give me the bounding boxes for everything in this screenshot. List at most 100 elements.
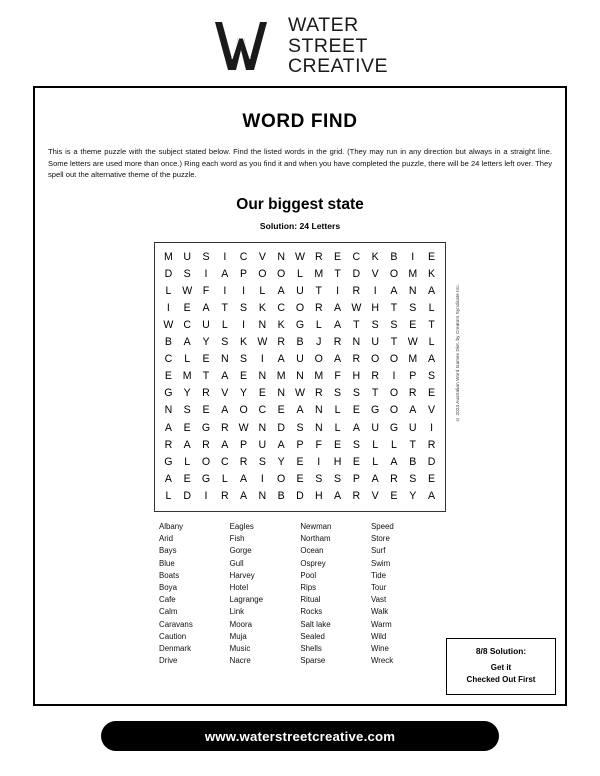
grid-cell[interactable]: I <box>403 249 422 266</box>
grid-cell[interactable]: W <box>178 283 197 300</box>
word-list-item[interactable]: Arid <box>159 533 229 545</box>
word-list-item[interactable]: Warm <box>371 619 441 631</box>
grid-cell[interactable]: H <box>347 368 366 385</box>
grid-cell[interactable]: M <box>178 368 197 385</box>
grid-cell[interactable]: T <box>422 317 441 334</box>
grid-cell[interactable]: B <box>159 334 178 351</box>
grid-cell[interactable]: A <box>328 351 347 368</box>
grid-cell[interactable]: W <box>291 249 310 266</box>
word-list-item[interactable]: Music <box>230 643 300 655</box>
grid-cell[interactable]: H <box>328 454 347 471</box>
grid-cell[interactable]: E <box>159 368 178 385</box>
grid-cell[interactable]: R <box>403 385 422 402</box>
grid-cell[interactable]: M <box>272 368 291 385</box>
grid-cell[interactable]: A <box>328 488 347 505</box>
grid-cell[interactable]: H <box>309 488 328 505</box>
grid-cell[interactable]: S <box>197 249 216 266</box>
grid-cell[interactable]: R <box>272 334 291 351</box>
grid-cell[interactable]: V <box>215 385 234 402</box>
grid-cell[interactable]: D <box>159 266 178 283</box>
word-list-item[interactable]: Surf <box>371 545 441 557</box>
grid-cell[interactable]: C <box>234 249 253 266</box>
grid-cell[interactable]: M <box>403 351 422 368</box>
grid-cell[interactable]: L <box>385 437 404 454</box>
word-list-item[interactable]: Harvey <box>230 570 300 582</box>
grid-cell[interactable]: T <box>309 283 328 300</box>
grid-cell[interactable]: L <box>366 437 385 454</box>
grid-cell[interactable]: I <box>309 454 328 471</box>
grid-cell[interactable]: C <box>178 317 197 334</box>
word-list-item[interactable]: Wine <box>371 643 441 655</box>
word-list-item[interactable]: Pool <box>300 570 370 582</box>
word-list-item[interactable]: Newman <box>300 521 370 533</box>
grid-cell[interactable]: G <box>385 420 404 437</box>
word-list-item[interactable]: Cafe <box>159 594 229 606</box>
grid-cell[interactable]: W <box>347 300 366 317</box>
grid-cell[interactable]: G <box>197 420 216 437</box>
grid-cell[interactable]: A <box>422 351 441 368</box>
grid-cell[interactable]: T <box>403 437 422 454</box>
grid-cell[interactable]: A <box>272 351 291 368</box>
grid-cell[interactable]: V <box>366 266 385 283</box>
grid-cell[interactable]: L <box>328 420 347 437</box>
letter-grid[interactable]: MUSICVNWRECKBIEDSIAPOOLMTDVOMKLWFIILAUTI… <box>159 249 441 505</box>
grid-cell[interactable]: L <box>291 266 310 283</box>
grid-cell[interactable]: O <box>291 300 310 317</box>
grid-cell[interactable]: O <box>253 266 272 283</box>
grid-cell[interactable]: N <box>253 368 272 385</box>
grid-cell[interactable]: S <box>178 266 197 283</box>
grid-cell[interactable]: G <box>291 317 310 334</box>
grid-cell[interactable]: C <box>215 454 234 471</box>
grid-cell[interactable]: S <box>328 471 347 488</box>
grid-cell[interactable]: L <box>366 454 385 471</box>
grid-cell[interactable]: I <box>253 471 272 488</box>
word-list-item[interactable]: Lagrange <box>230 594 300 606</box>
grid-cell[interactable]: K <box>253 300 272 317</box>
grid-cell[interactable]: L <box>178 454 197 471</box>
grid-cell[interactable]: A <box>385 454 404 471</box>
grid-cell[interactable]: E <box>197 402 216 419</box>
grid-cell[interactable]: C <box>272 300 291 317</box>
grid-cell[interactable]: T <box>347 317 366 334</box>
grid-cell[interactable]: A <box>328 300 347 317</box>
grid-cell[interactable]: E <box>422 385 441 402</box>
word-list-item[interactable]: Boya <box>159 582 229 594</box>
grid-cell[interactable]: R <box>328 334 347 351</box>
grid-cell[interactable]: O <box>234 402 253 419</box>
grid-cell[interactable]: C <box>253 402 272 419</box>
grid-cell[interactable]: A <box>291 402 310 419</box>
grid-cell[interactable]: J <box>309 334 328 351</box>
grid-cell[interactable]: A <box>234 471 253 488</box>
grid-cell[interactable]: V <box>253 249 272 266</box>
grid-cell[interactable]: R <box>197 437 216 454</box>
grid-cell[interactable]: K <box>366 249 385 266</box>
footer-website-pill[interactable]: www.waterstreetcreative.com <box>101 721 499 751</box>
grid-cell[interactable]: G <box>197 471 216 488</box>
grid-cell[interactable]: G <box>159 454 178 471</box>
grid-cell[interactable]: N <box>309 420 328 437</box>
grid-cell[interactable]: N <box>253 317 272 334</box>
grid-cell[interactable]: S <box>253 454 272 471</box>
word-list-item[interactable]: Swim <box>371 558 441 570</box>
word-list-item[interactable]: Tour <box>371 582 441 594</box>
grid-cell[interactable]: A <box>422 283 441 300</box>
grid-cell[interactable]: A <box>215 368 234 385</box>
grid-cell[interactable]: W <box>403 334 422 351</box>
grid-cell[interactable]: A <box>422 488 441 505</box>
grid-cell[interactable]: L <box>178 351 197 368</box>
grid-cell[interactable]: A <box>197 300 216 317</box>
grid-cell[interactable]: S <box>291 420 310 437</box>
grid-cell[interactable]: L <box>309 317 328 334</box>
grid-cell[interactable]: M <box>159 249 178 266</box>
grid-cell[interactable]: P <box>291 437 310 454</box>
grid-cell[interactable]: A <box>347 420 366 437</box>
word-list-item[interactable]: Denmark <box>159 643 229 655</box>
grid-cell[interactable]: R <box>197 385 216 402</box>
word-list-item[interactable]: Calm <box>159 606 229 618</box>
grid-cell[interactable]: L <box>253 283 272 300</box>
grid-cell[interactable]: O <box>197 454 216 471</box>
grid-cell[interactable]: E <box>347 454 366 471</box>
grid-cell[interactable]: F <box>309 437 328 454</box>
grid-cell[interactable]: C <box>159 351 178 368</box>
grid-cell[interactable]: R <box>215 488 234 505</box>
